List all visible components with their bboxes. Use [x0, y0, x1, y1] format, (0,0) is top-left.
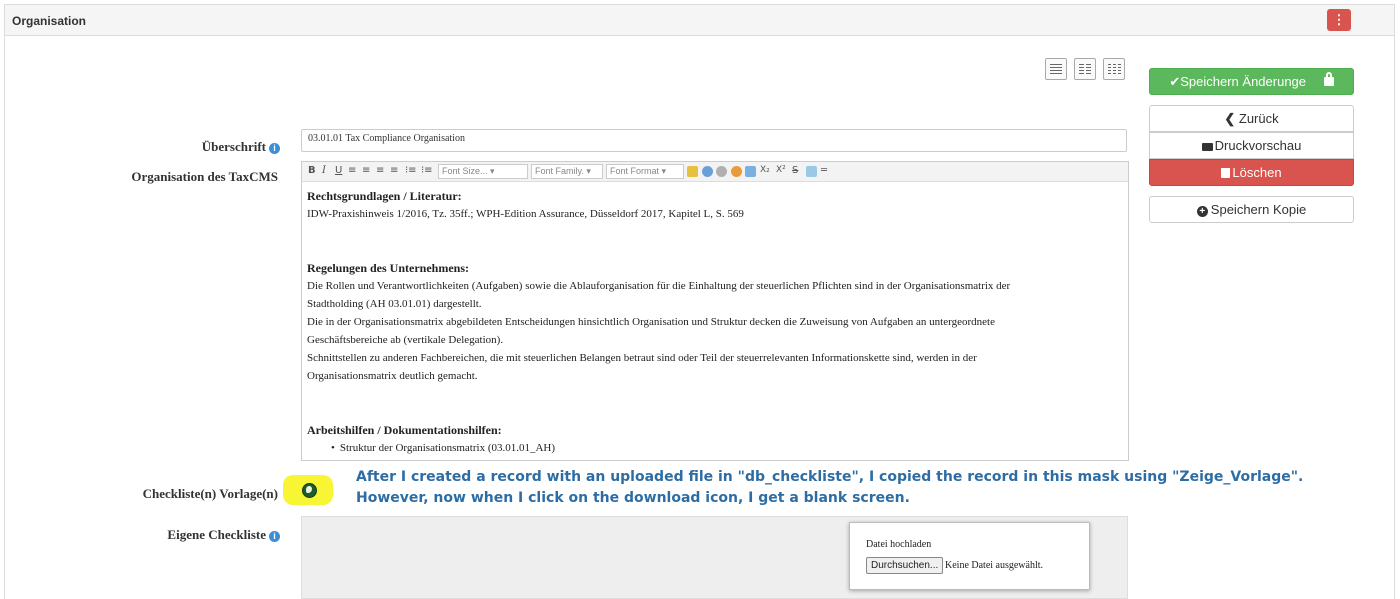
lock-icon	[1323, 72, 1334, 86]
font-size-select[interactable]: Font Size... ▾	[438, 164, 528, 179]
own-checklist-label-row: Eigene Checkliste i	[80, 527, 280, 543]
paragraph: Die Rollen und Verantwortlichkeiten (Auf…	[307, 280, 1011, 292]
upload-title: Datei hochladen	[866, 539, 932, 550]
underline-icon[interactable]: U	[335, 165, 342, 176]
paragraph: Schnittstellen zu anderen Fachbereichen,…	[307, 352, 977, 364]
paragraph: Stadtholding (AH 03.01.01) dargestellt.	[307, 298, 482, 310]
own-checklist-label: Eigene Checkliste	[167, 527, 266, 542]
panel-title: Organisation	[12, 14, 87, 28]
panel-heading: Organisation ⋮	[5, 5, 1394, 36]
layout-two-column-button[interactable]	[1074, 58, 1096, 80]
annotation-text: After I created a record with an uploade…	[356, 467, 1303, 509]
info-icon[interactable]: i	[269, 143, 280, 154]
bullet-list: Struktur der Organisationsmatrix (03.01.…	[307, 439, 1125, 457]
headline-label-row: Überschrift i	[120, 139, 280, 155]
annotation-line: However, now when I click on the downloa…	[356, 490, 910, 506]
font-format-select[interactable]: Font Format ▾	[606, 164, 684, 179]
headline-label: Überschrift	[201, 139, 266, 154]
align-justify-icon[interactable]: ≡	[390, 165, 398, 176]
print-preview-button[interactable]: Druckvorschau	[1149, 132, 1354, 159]
ordered-list-icon[interactable]: ⁝≡	[405, 165, 417, 176]
rich-text-editor[interactable]: B I U ≡ ≡ ≡ ≡ ⁝≡ ⁝≡ Font Size... ▾ Font …	[301, 161, 1129, 461]
link-icon[interactable]	[702, 166, 713, 177]
save-changes-label: Speichern Änderunge	[1180, 74, 1307, 89]
kebab-menu-icon[interactable]: ⋮	[1327, 9, 1351, 31]
paragraph: Die in der Organisationsmatrix abgebilde…	[307, 316, 995, 328]
align-right-icon[interactable]: ≡	[376, 165, 384, 176]
delete-label: Löschen	[1232, 165, 1282, 180]
section-heading: Regelungen des Unternehmens:	[307, 261, 469, 275]
save-changes-button[interactable]: ✔Speichern Änderunge	[1149, 68, 1354, 95]
info-icon[interactable]: i	[269, 531, 280, 542]
upload-dialog: Datei hochladen Durchsuchen... Keine Dat…	[849, 522, 1090, 590]
globe-icon[interactable]	[302, 483, 317, 498]
no-file-label: Keine Datei ausgewählt.	[945, 560, 1044, 571]
subscript-icon[interactable]: X₂	[760, 165, 770, 175]
list-item: Struktur der Organisationsmatrix (03.01.…	[331, 439, 1125, 457]
layout-three-column-button[interactable]	[1103, 58, 1125, 80]
font-family-select[interactable]: Font Family. ▾	[531, 164, 603, 179]
back-button[interactable]: ❮ Zurück	[1149, 105, 1354, 132]
delete-button[interactable]: Löschen	[1149, 159, 1354, 186]
checkmark-icon: ✔	[1169, 74, 1181, 89]
layout-one-column-button[interactable]	[1045, 58, 1067, 80]
plus-circle-icon: +	[1196, 206, 1208, 217]
editor-content[interactable]: Rechtsgrundlagen / Literatur: IDW-Praxis…	[307, 187, 1125, 457]
paragraph: IDW-Praxishinweis 1/2016, Tz. 35ff.; WPH…	[307, 208, 744, 220]
superscript-icon[interactable]: X²	[776, 165, 786, 175]
section-heading: Arbeitshilfen / Dokumentationshilfen:	[307, 423, 502, 437]
browse-button[interactable]: Durchsuchen...	[866, 557, 944, 574]
italic-icon[interactable]: I	[322, 165, 326, 176]
image-icon[interactable]	[745, 166, 756, 177]
checklist-template-label: Checkliste(n) Vorlage(n)	[142, 486, 278, 501]
back-label: Zurück	[1238, 111, 1279, 126]
printer-icon	[1201, 143, 1213, 151]
horizontal-rule-icon[interactable]: ═	[821, 165, 827, 176]
paste-icon[interactable]	[687, 166, 698, 177]
clear-format-icon[interactable]	[806, 166, 817, 177]
paragraph: Organisationsmatrix deutlich gemacht.	[307, 370, 478, 382]
align-center-icon[interactable]: ≡	[362, 165, 370, 176]
annotation-line: After I created a record with an uploade…	[356, 469, 1304, 485]
paragraph: Geschäftsbereiche ab (vertikale Delegati…	[307, 334, 504, 346]
trash-icon	[1221, 168, 1231, 178]
print-preview-label: Druckvorschau	[1214, 138, 1302, 153]
unlink-icon[interactable]	[716, 166, 727, 177]
chevron-left-icon: ❮	[1224, 111, 1239, 126]
org-label: Organisation des TaxCMS	[131, 169, 278, 184]
section-heading: Rechtsgrundlagen / Literatur:	[307, 189, 462, 203]
headline-input[interactable]: 03.01.01 Tax Compliance Organisation	[301, 129, 1127, 152]
strikethrough-icon[interactable]: S	[792, 165, 798, 176]
bold-icon[interactable]: B	[308, 165, 316, 176]
save-copy-label: Speichern Kopie	[1210, 202, 1307, 217]
emoticon-icon[interactable]	[731, 166, 742, 177]
editor-toolbar: B I U ≡ ≡ ≡ ≡ ⁝≡ ⁝≡ Font Size... ▾ Font …	[302, 162, 1128, 182]
align-left-icon[interactable]: ≡	[348, 165, 356, 176]
save-copy-button[interactable]: + Speichern Kopie	[1149, 196, 1354, 223]
unordered-list-icon[interactable]: ⁝≡	[421, 165, 433, 176]
